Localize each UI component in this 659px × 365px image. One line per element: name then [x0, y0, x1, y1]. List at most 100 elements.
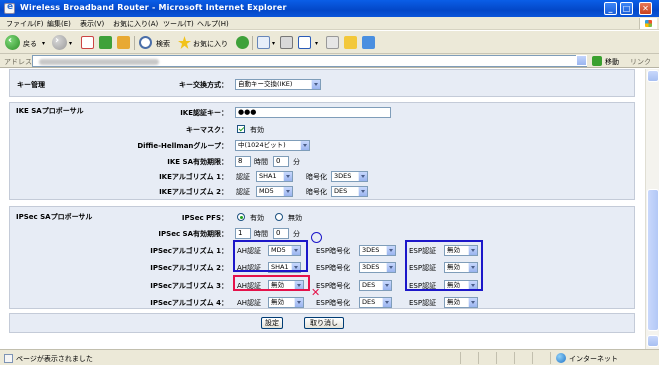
close-button[interactable]: ✕	[639, 2, 652, 15]
search-icon[interactable]	[139, 36, 152, 49]
ipsec-algo4-ah-select[interactable]: 無効	[268, 297, 304, 308]
ike-algo2-enc-select[interactable]: DES	[331, 186, 368, 197]
back-dropdown-icon[interactable]: ▾	[42, 40, 45, 47]
security-zone-label: インターネット	[569, 355, 618, 363]
page-content: キー管理 キー交換方式： 自動キー交換(IKE) IKE SAプロポーサル IK…	[0, 69, 645, 349]
ike-algo2-auth-text: 認証	[236, 188, 250, 196]
menu-bar: ファイル(F) 編集(E) 表示(V) お気に入り(A) ツール(T) ヘルプ(…	[0, 17, 659, 30]
ipsec-sa-heading: IPSec SAプロポーサル	[16, 213, 93, 221]
mail-icon[interactable]	[257, 36, 270, 49]
ike-lifetime-label: IKE SA有効期限：	[167, 158, 228, 166]
ipsec-sa-section: IPSec SAプロポーサル IPSec PFS： 有効 無効 IPSec SA…	[9, 206, 635, 309]
ipsec-algo2-label: IPSecアルゴリズム 2：	[150, 264, 228, 272]
key-exchange-label: キー交換方式：	[179, 81, 228, 89]
ah-auth-highlight-box	[233, 240, 308, 272]
status-bar: ページが表示されました インターネット	[0, 349, 659, 365]
key-exchange-select[interactable]: 自動キー交換(IKE)	[235, 79, 321, 90]
ike-lifetime-minutes-input[interactable]: 0	[273, 156, 289, 167]
ike-lifetime-hours-input[interactable]: 8	[235, 156, 251, 167]
ipsec-algo2-esp-enc-select[interactable]: 3DES	[359, 262, 396, 273]
window-title: Wireless Broadband Router - Microsoft In…	[20, 3, 287, 12]
scroll-thumb[interactable]	[647, 189, 659, 331]
ipsec-algo1-esp-enc-select[interactable]: 3DES	[359, 245, 396, 256]
forward-dropdown-icon[interactable]: ▾	[69, 40, 72, 47]
ike-algo1-enc-text: 暗号化	[306, 173, 327, 181]
refresh-icon[interactable]	[99, 36, 112, 49]
pfs-disable-text: 無効	[288, 214, 302, 222]
ipsec-algo4-esp-auth-select[interactable]: 無効	[444, 297, 478, 308]
ng-cross-mark: ✕	[311, 286, 321, 299]
pfs-enable-radio[interactable]	[237, 213, 245, 221]
ike-sa-section: IKE SAプロポーサル IKE認証キー： ●●● キーマスク： 有効 Diff…	[9, 102, 635, 200]
menu-tools[interactable]: ツール(T)	[163, 19, 194, 29]
menu-favorites[interactable]: お気に入り(A)	[113, 19, 158, 29]
ok-circle-mark	[311, 232, 322, 243]
back-arrow-icon[interactable]: ‹	[5, 35, 20, 50]
go-button[interactable]: 移動	[605, 57, 619, 67]
ipsec-pfs-label: IPSec PFS：	[181, 214, 228, 222]
stop-icon[interactable]	[81, 36, 94, 49]
address-dropdown-icon[interactable]	[576, 55, 587, 66]
maximize-button[interactable]: □	[620, 2, 633, 15]
forward-arrow-icon[interactable]: ›	[52, 35, 67, 50]
ipsec-algo3-esp-enc-select[interactable]: DES	[359, 280, 392, 291]
address-input[interactable]	[32, 55, 587, 67]
minimize-button[interactable]: _	[604, 2, 617, 15]
key-management-section: キー管理 キー交換方式： 自動キー交換(IKE)	[9, 69, 635, 97]
vertical-scrollbar[interactable]	[645, 69, 659, 349]
edit-dropdown-icon[interactable]: ▾	[315, 40, 318, 47]
dh-group-label: Diffie-Hellmanグループ：	[137, 142, 228, 150]
address-bar: アドレス(D) 移動 リンク	[0, 54, 659, 68]
ipsec-minutes-unit: 分	[293, 230, 300, 238]
go-arrow-icon[interactable]	[592, 56, 602, 66]
ipsec-lifetime-hours-input[interactable]: 1	[235, 228, 251, 239]
mail-dropdown-icon[interactable]: ▾	[272, 40, 275, 47]
internet-zone-icon	[556, 353, 566, 363]
menu-help[interactable]: ヘルプ(H)	[197, 19, 229, 29]
key-mask-checkbox[interactable]	[237, 125, 245, 133]
ah-auth-error-highlight-box	[233, 275, 310, 291]
toolbar: ‹ 戻る ▾ › ▾ 検索 お気に入り ▾ ▾	[0, 31, 659, 54]
search-label[interactable]: 検索	[156, 39, 170, 49]
back-label[interactable]: 戻る	[23, 39, 37, 49]
button-row: 設定 取り消し	[9, 313, 635, 333]
menu-view[interactable]: 表示(V)	[80, 19, 104, 29]
ike-algo2-auth-select[interactable]: MD5	[256, 186, 293, 197]
menu-file[interactable]: ファイル(F)	[6, 19, 44, 29]
ipsec-algo4-esp-enc-text: ESP暗号化	[316, 299, 351, 307]
ike-algo1-auth-text: 認証	[236, 173, 250, 181]
favorites-label[interactable]: お気に入り	[193, 39, 228, 49]
menu-edit[interactable]: 編集(E)	[47, 19, 71, 29]
ipsec-algo4-esp-enc-select[interactable]: DES	[359, 297, 392, 308]
pfs-disable-radio[interactable]	[275, 213, 283, 221]
ike-algo1-enc-select[interactable]: 3DES	[331, 171, 368, 182]
favorites-star-icon[interactable]	[178, 36, 191, 49]
set-button[interactable]: 設定	[261, 317, 283, 329]
esp-auth-highlight-box	[405, 240, 483, 291]
ipsec-algo3-label: IPSecアルゴリズム 3：	[150, 282, 228, 290]
cancel-button[interactable]: 取り消し	[304, 317, 344, 329]
key-mask-text: 有効	[250, 126, 264, 134]
folder-icon[interactable]	[344, 36, 357, 49]
messenger-icon[interactable]	[362, 36, 375, 49]
ike-auth-key-input[interactable]: ●●●	[235, 107, 391, 118]
pfs-enable-text: 有効	[250, 214, 264, 222]
ike-algo1-auth-select[interactable]: SHA1	[256, 171, 293, 182]
windows-logo-icon	[639, 18, 657, 29]
ike-algo2-enc-text: 暗号化	[306, 188, 327, 196]
scroll-down-icon[interactable]	[647, 335, 659, 347]
ike-sa-heading: IKE SAプロポーサル	[16, 107, 84, 115]
home-icon[interactable]	[117, 36, 130, 49]
history-icon[interactable]	[236, 36, 249, 49]
print-icon[interactable]	[280, 36, 293, 49]
ike-algo1-label: IKEアルゴリズム 1：	[159, 173, 228, 181]
edit-icon[interactable]	[298, 36, 311, 49]
ike-algo2-label: IKEアルゴリズム 2：	[159, 188, 228, 196]
links-button[interactable]: リンク	[630, 57, 651, 67]
discuss-icon[interactable]	[326, 36, 339, 49]
ipsec-lifetime-label: IPSec SA有効期限：	[158, 230, 228, 238]
scroll-up-icon[interactable]	[647, 70, 659, 82]
ipsec-hours-unit: 時間	[254, 230, 268, 238]
ipsec-lifetime-minutes-input[interactable]: 0	[273, 228, 289, 239]
dh-group-select[interactable]: 中(1024ビット)	[235, 140, 310, 151]
